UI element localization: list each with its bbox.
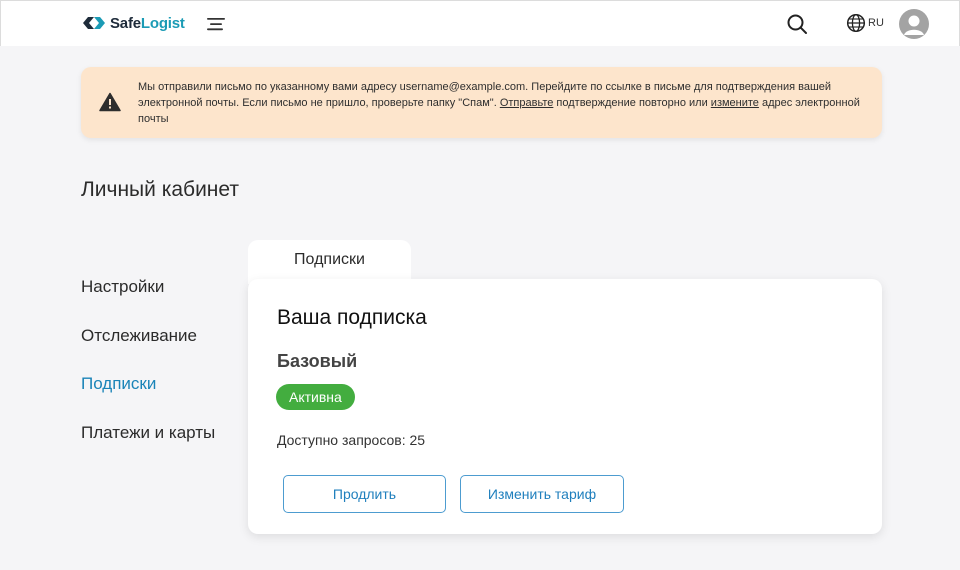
change-plan-button[interactable]: Изменить тариф xyxy=(460,475,624,513)
sidebar-item-subscriptions[interactable]: Подписки xyxy=(81,372,215,421)
globe-icon xyxy=(846,13,866,33)
alert-text-2: подтверждение повторно или xyxy=(553,97,711,109)
avatar[interactable] xyxy=(899,9,929,39)
card-title: Ваша подписка xyxy=(277,306,427,329)
top-bar: SafeLogist RU xyxy=(0,0,960,46)
sidebar-nav: Настройки Отслеживание Подписки Платежи … xyxy=(81,275,215,469)
language-label: RU xyxy=(868,17,884,29)
language-switcher[interactable]: RU xyxy=(846,13,884,33)
plan-name: Базовый xyxy=(277,351,358,371)
menu-icon[interactable] xyxy=(206,15,226,33)
email-confirmation-alert: Мы отправили письмо по указанному вами а… xyxy=(81,67,882,138)
tab-subscriptions[interactable]: Подписки xyxy=(248,240,411,284)
sidebar-item-payments[interactable]: Платежи и карты xyxy=(81,421,215,470)
logo-icon xyxy=(83,17,105,29)
logo-text-part2: Logist xyxy=(140,14,185,32)
user-icon xyxy=(904,15,924,35)
available-requests: Доступно запросов: 25 xyxy=(277,432,426,448)
search-icon[interactable] xyxy=(786,13,808,35)
logo[interactable]: SafeLogist xyxy=(81,13,185,33)
logo-text: SafeLogist xyxy=(110,15,185,32)
resend-link[interactable]: Отправьте xyxy=(500,97,554,109)
change-email-link[interactable]: измените xyxy=(711,97,759,109)
subscription-card: Ваша подписка Базовый Активна Доступно з… xyxy=(248,279,882,534)
sidebar-item-tracking[interactable]: Отслеживание xyxy=(81,324,215,373)
sidebar-item-settings[interactable]: Настройки xyxy=(81,275,215,324)
alert-message: Мы отправили письмо по указанному вами а… xyxy=(138,79,868,127)
logo-text-part1: Safe xyxy=(110,14,141,32)
renew-button[interactable]: Продлить xyxy=(283,475,446,513)
page-title: Личный кабинет xyxy=(81,178,239,201)
warning-icon xyxy=(99,92,121,112)
status-badge: Активна xyxy=(276,384,355,410)
